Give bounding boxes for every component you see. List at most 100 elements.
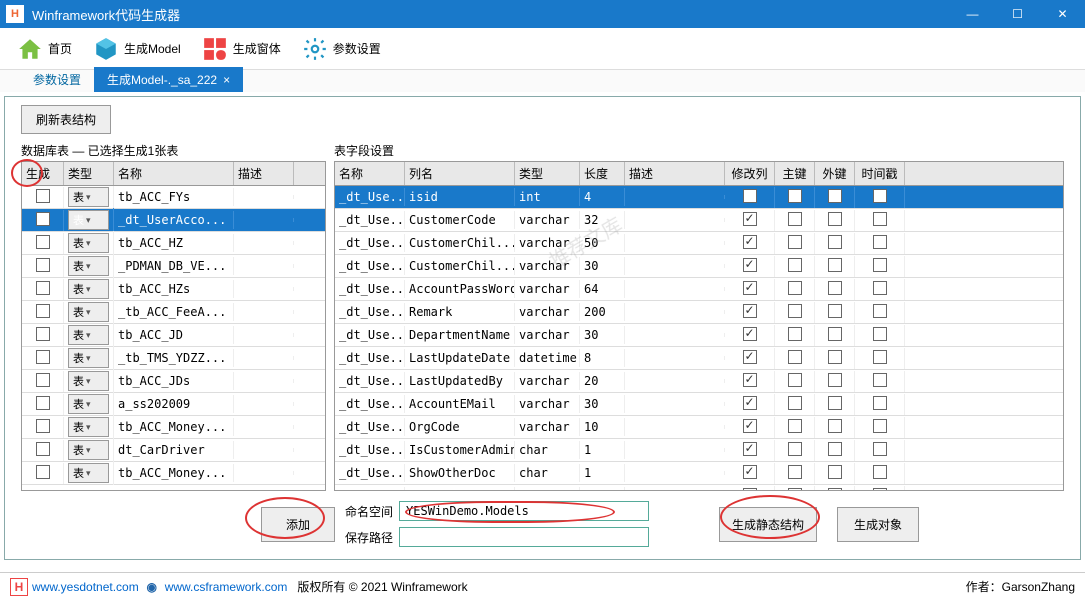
toolbar-gen-model[interactable]: 生成Model: [84, 31, 189, 67]
checkbox[interactable]: [36, 327, 50, 341]
checkbox[interactable]: [828, 258, 842, 272]
add-button[interactable]: 添加: [261, 507, 335, 542]
type-dropdown[interactable]: 表: [68, 440, 109, 460]
checkbox[interactable]: [828, 442, 842, 456]
table-row[interactable]: 表dt_CarDriver: [22, 439, 325, 462]
checkbox[interactable]: [788, 396, 802, 410]
toolbar-home[interactable]: 首页: [8, 31, 80, 67]
checkbox[interactable]: [36, 396, 50, 410]
checkbox[interactable]: [873, 419, 887, 433]
checkbox[interactable]: [873, 304, 887, 318]
checkbox[interactable]: [743, 281, 757, 295]
type-dropdown[interactable]: 表: [68, 463, 109, 483]
checkbox[interactable]: [828, 373, 842, 387]
tab-gen-model[interactable]: 生成Model-._sa_222×: [94, 67, 243, 92]
checkbox[interactable]: [788, 304, 802, 318]
checkbox[interactable]: [743, 212, 757, 226]
checkbox[interactable]: [788, 327, 802, 341]
checkbox[interactable]: [743, 258, 757, 272]
table-row[interactable]: _dt_Use...CustomerChil...varchar30: [335, 255, 1063, 278]
checkbox[interactable]: [828, 396, 842, 410]
checkbox[interactable]: [873, 373, 887, 387]
minimize-button[interactable]: —: [950, 0, 995, 28]
checkbox[interactable]: [743, 488, 757, 492]
refresh-button[interactable]: 刷新表结构: [21, 105, 111, 134]
namespace-input[interactable]: [399, 501, 649, 521]
gen-static-button[interactable]: 生成静态结构: [719, 507, 817, 542]
savepath-input[interactable]: [399, 527, 649, 547]
checkbox[interactable]: [873, 212, 887, 226]
table-row[interactable]: 表tb_ACC_JD: [22, 324, 325, 347]
table-row[interactable]: 表tb_ACC_HZ: [22, 232, 325, 255]
type-dropdown[interactable]: 表: [68, 394, 109, 414]
footer-link2[interactable]: www.csframework.com: [165, 580, 288, 594]
type-dropdown[interactable]: 表: [68, 371, 109, 391]
checkbox[interactable]: [873, 442, 887, 456]
checkbox[interactable]: [743, 327, 757, 341]
checkbox[interactable]: [743, 442, 757, 456]
checkbox[interactable]: [873, 189, 887, 203]
checkbox[interactable]: [873, 281, 887, 295]
checkbox[interactable]: [788, 442, 802, 456]
checkbox[interactable]: [36, 189, 50, 203]
checkbox[interactable]: [828, 327, 842, 341]
checkbox[interactable]: [743, 465, 757, 479]
table-row[interactable]: _dt_Use...LastUpdatedByvarchar20: [335, 370, 1063, 393]
checkbox[interactable]: [36, 465, 50, 479]
toolbar-settings[interactable]: 参数设置: [293, 31, 389, 67]
checkbox[interactable]: [36, 442, 50, 456]
checkbox[interactable]: [873, 327, 887, 341]
checkbox[interactable]: [36, 235, 50, 249]
table-row[interactable]: 表tb_ACC_FYs: [22, 186, 325, 209]
tab-close-icon[interactable]: ×: [223, 73, 230, 87]
type-dropdown[interactable]: 表: [68, 210, 109, 230]
table-row[interactable]: _dt_Use...ShowOtherDocchar1: [335, 462, 1063, 485]
checkbox[interactable]: [828, 189, 842, 203]
table-row[interactable]: 表_tb_TMS_YDZZ...: [22, 347, 325, 370]
table-row[interactable]: 表tb_ACC_HZs: [22, 278, 325, 301]
table-row[interactable]: 表tb_ACC_JDs: [22, 370, 325, 393]
checkbox[interactable]: [828, 235, 842, 249]
checkbox[interactable]: [788, 212, 802, 226]
db-tables-grid[interactable]: 生成 类型 名称 描述 表tb_ACC_FYs表_dt_UserAcco...表…: [21, 161, 326, 491]
checkbox[interactable]: [873, 465, 887, 479]
checkbox[interactable]: [873, 350, 887, 364]
checkbox[interactable]: [743, 373, 757, 387]
checkbox[interactable]: [36, 350, 50, 364]
checkbox[interactable]: [36, 212, 50, 226]
type-dropdown[interactable]: 表: [68, 187, 109, 207]
checkbox[interactable]: [743, 419, 757, 433]
checkbox[interactable]: [828, 350, 842, 364]
checkbox[interactable]: [788, 189, 802, 203]
type-dropdown[interactable]: 表: [68, 302, 109, 322]
checkbox[interactable]: [828, 281, 842, 295]
table-row[interactable]: _dt_Use...isidint4: [335, 186, 1063, 209]
checkbox[interactable]: [873, 488, 887, 492]
table-row[interactable]: _dt_Use...AccountEMailvarchar30: [335, 393, 1063, 416]
table-row[interactable]: _dt_Use...CustomerChil...varchar50: [335, 232, 1063, 255]
type-dropdown[interactable]: 表: [68, 325, 109, 345]
checkbox[interactable]: [828, 212, 842, 226]
table-row[interactable]: _dt_Use...DepartmentNamevarchar30: [335, 324, 1063, 347]
close-button[interactable]: ✕: [1040, 0, 1085, 28]
checkbox[interactable]: [828, 465, 842, 479]
checkbox[interactable]: [788, 235, 802, 249]
maximize-button[interactable]: ☐: [995, 0, 1040, 28]
checkbox[interactable]: [36, 258, 50, 272]
footer-link1[interactable]: www.yesdotnet.com: [32, 580, 139, 594]
table-row[interactable]: _dt_Use...IsCustomerAdminchar1: [335, 439, 1063, 462]
checkbox[interactable]: [873, 235, 887, 249]
checkbox[interactable]: [873, 258, 887, 272]
checkbox[interactable]: [873, 396, 887, 410]
checkbox[interactable]: [36, 304, 50, 318]
checkbox[interactable]: [743, 350, 757, 364]
table-row[interactable]: _dt_Use...flagint4: [335, 485, 1063, 491]
checkbox[interactable]: [36, 281, 50, 295]
type-dropdown[interactable]: 表: [68, 233, 109, 253]
checkbox[interactable]: [788, 258, 802, 272]
table-row[interactable]: _dt_Use...OrgCodevarchar10: [335, 416, 1063, 439]
tab-settings[interactable]: 参数设置: [20, 67, 94, 92]
checkbox[interactable]: [788, 350, 802, 364]
checkbox[interactable]: [743, 235, 757, 249]
checkbox[interactable]: [743, 189, 757, 203]
